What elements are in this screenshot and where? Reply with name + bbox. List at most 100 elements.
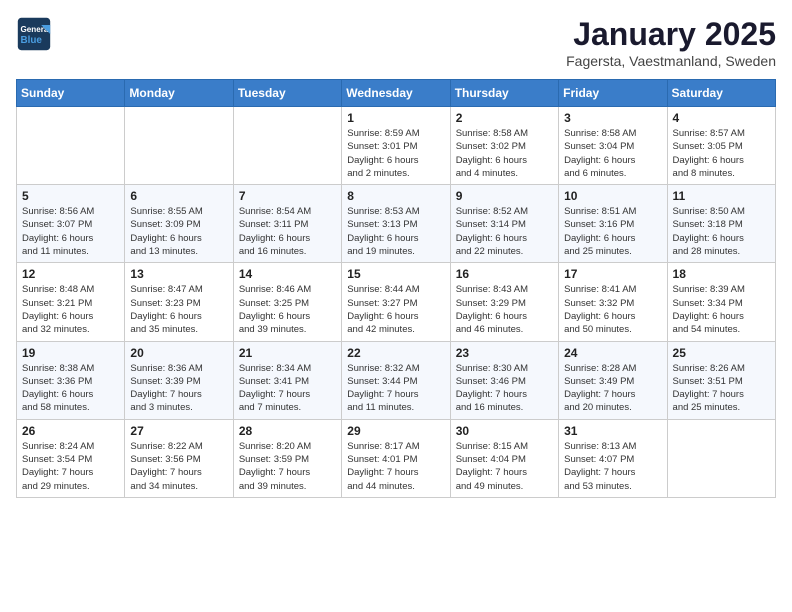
weekday-header-saturday: Saturday xyxy=(667,80,775,107)
calendar-cell: 23 Sunrise: 8:30 AM Sunset: 3:46 PM Dayli… xyxy=(450,341,558,419)
day-info: Sunrise: 8:15 AM Sunset: 4:04 PM Dayligh… xyxy=(456,440,553,493)
day-number: 11 xyxy=(673,189,770,203)
day-number: 9 xyxy=(456,189,553,203)
calendar-cell: 30 Sunrise: 8:15 AM Sunset: 4:04 PM Dayli… xyxy=(450,419,558,497)
day-info: Sunrise: 8:13 AM Sunset: 4:07 PM Dayligh… xyxy=(564,440,661,493)
day-info: Sunrise: 8:47 AM Sunset: 3:23 PM Dayligh… xyxy=(130,283,227,336)
calendar-cell: 15Sunrise: 8:44 AM Sunset: 3:27 PM Dayli… xyxy=(342,263,450,341)
day-info: Sunrise: 8:24 AM Sunset: 3:54 PM Dayligh… xyxy=(22,440,119,493)
calendar-cell: 18 Sunrise: 8:39 AM Sunset: 3:34 PM Dayli… xyxy=(667,263,775,341)
day-info: Sunrise: 8:41 AM Sunset: 3:32 PM Dayligh… xyxy=(564,283,661,336)
day-number: 31 xyxy=(564,424,661,438)
weekday-header-wednesday: Wednesday xyxy=(342,80,450,107)
week-row-2: 5 Sunrise: 8:56 AM Sunset: 3:07 PM Daylig… xyxy=(17,185,776,263)
day-info: Sunrise: 8:44 AM Sunset: 3:27 PM Dayligh… xyxy=(347,283,444,336)
calendar-cell xyxy=(667,419,775,497)
calendar-cell: 12Sunrise: 8:48 AM Sunset: 3:21 PM Dayli… xyxy=(17,263,125,341)
day-info: Sunrise: 8:58 AM Sunset: 3:02 PM Dayligh… xyxy=(456,127,553,180)
calendar-cell: 31 Sunrise: 8:13 AM Sunset: 4:07 PM Dayli… xyxy=(559,419,667,497)
day-number: 29 xyxy=(347,424,444,438)
calendar-cell: 8 Sunrise: 8:53 AM Sunset: 3:13 PM Daylig… xyxy=(342,185,450,263)
day-number: 27 xyxy=(130,424,227,438)
day-number: 5 xyxy=(22,189,119,203)
day-info: Sunrise: 8:59 AM Sunset: 3:01 PM Dayligh… xyxy=(347,127,444,180)
day-info: Sunrise: 8:56 AM Sunset: 3:07 PM Dayligh… xyxy=(22,205,119,258)
day-info: Sunrise: 8:34 AM Sunset: 3:41 PM Dayligh… xyxy=(239,362,336,415)
day-number: 2 xyxy=(456,111,553,125)
day-number: 28 xyxy=(239,424,336,438)
day-number: 12 xyxy=(22,267,119,281)
day-number: 19 xyxy=(22,346,119,360)
calendar-cell: 24 Sunrise: 8:28 AM Sunset: 3:49 PM Dayli… xyxy=(559,341,667,419)
day-number: 14 xyxy=(239,267,336,281)
calendar-cell: 9Sunrise: 8:52 AM Sunset: 3:14 PM Daylig… xyxy=(450,185,558,263)
weekday-header-monday: Monday xyxy=(125,80,233,107)
day-number: 1 xyxy=(347,111,444,125)
day-info: Sunrise: 8:30 AM Sunset: 3:46 PM Dayligh… xyxy=(456,362,553,415)
day-info: Sunrise: 8:43 AM Sunset: 3:29 PM Dayligh… xyxy=(456,283,553,336)
day-info: Sunrise: 8:53 AM Sunset: 3:13 PM Dayligh… xyxy=(347,205,444,258)
calendar-cell: 21 Sunrise: 8:34 AM Sunset: 3:41 PM Dayli… xyxy=(233,341,341,419)
calendar-cell: 3 Sunrise: 8:58 AM Sunset: 3:04 PM Daylig… xyxy=(559,107,667,185)
day-info: Sunrise: 8:28 AM Sunset: 3:49 PM Dayligh… xyxy=(564,362,661,415)
day-number: 18 xyxy=(673,267,770,281)
calendar-cell: 19Sunrise: 8:38 AM Sunset: 3:36 PM Dayli… xyxy=(17,341,125,419)
calendar-cell: 29Sunrise: 8:17 AM Sunset: 4:01 PM Dayli… xyxy=(342,419,450,497)
day-number: 23 xyxy=(456,346,553,360)
calendar-cell: 26 Sunrise: 8:24 AM Sunset: 3:54 PM Dayli… xyxy=(17,419,125,497)
month-title: January 2025 xyxy=(566,16,776,53)
day-number: 10 xyxy=(564,189,661,203)
calendar-cell xyxy=(233,107,341,185)
day-number: 24 xyxy=(564,346,661,360)
calendar-cell: 28 Sunrise: 8:20 AM Sunset: 3:59 PM Dayli… xyxy=(233,419,341,497)
calendar-cell: 14 Sunrise: 8:46 AM Sunset: 3:25 PM Dayli… xyxy=(233,263,341,341)
calendar-cell: 5 Sunrise: 8:56 AM Sunset: 3:07 PM Daylig… xyxy=(17,185,125,263)
calendar-cell: 4 Sunrise: 8:57 AM Sunset: 3:05 PM Daylig… xyxy=(667,107,775,185)
weekday-header-row: SundayMondayTuesdayWednesdayThursdayFrid… xyxy=(17,80,776,107)
day-number: 30 xyxy=(456,424,553,438)
day-number: 26 xyxy=(22,424,119,438)
calendar-cell: 1 Sunrise: 8:59 AM Sunset: 3:01 PM Daylig… xyxy=(342,107,450,185)
day-number: 22 xyxy=(347,346,444,360)
day-info: Sunrise: 8:39 AM Sunset: 3:34 PM Dayligh… xyxy=(673,283,770,336)
calendar-cell: 13 Sunrise: 8:47 AM Sunset: 3:23 PM Dayli… xyxy=(125,263,233,341)
day-number: 21 xyxy=(239,346,336,360)
calendar-cell: 11Sunrise: 8:50 AM Sunset: 3:18 PM Dayli… xyxy=(667,185,775,263)
calendar-cell: 6 Sunrise: 8:55 AM Sunset: 3:09 PM Daylig… xyxy=(125,185,233,263)
calendar-cell: 10 Sunrise: 8:51 AM Sunset: 3:16 PM Dayli… xyxy=(559,185,667,263)
day-info: Sunrise: 8:54 AM Sunset: 3:11 PM Dayligh… xyxy=(239,205,336,258)
day-number: 8 xyxy=(347,189,444,203)
day-number: 25 xyxy=(673,346,770,360)
week-row-1: 1 Sunrise: 8:59 AM Sunset: 3:01 PM Daylig… xyxy=(17,107,776,185)
day-number: 13 xyxy=(130,267,227,281)
calendar-cell: 25Sunrise: 8:26 AM Sunset: 3:51 PM Dayli… xyxy=(667,341,775,419)
header: General Blue January 2025 Fagersta, Vaes… xyxy=(16,16,776,69)
day-number: 6 xyxy=(130,189,227,203)
weekday-header-tuesday: Tuesday xyxy=(233,80,341,107)
day-number: 3 xyxy=(564,111,661,125)
day-number: 4 xyxy=(673,111,770,125)
week-row-4: 19Sunrise: 8:38 AM Sunset: 3:36 PM Dayli… xyxy=(17,341,776,419)
day-info: Sunrise: 8:51 AM Sunset: 3:16 PM Dayligh… xyxy=(564,205,661,258)
week-row-3: 12Sunrise: 8:48 AM Sunset: 3:21 PM Dayli… xyxy=(17,263,776,341)
day-info: Sunrise: 8:32 AM Sunset: 3:44 PM Dayligh… xyxy=(347,362,444,415)
day-info: Sunrise: 8:57 AM Sunset: 3:05 PM Dayligh… xyxy=(673,127,770,180)
day-number: 17 xyxy=(564,267,661,281)
day-info: Sunrise: 8:46 AM Sunset: 3:25 PM Dayligh… xyxy=(239,283,336,336)
day-info: Sunrise: 8:20 AM Sunset: 3:59 PM Dayligh… xyxy=(239,440,336,493)
calendar-cell: 20Sunrise: 8:36 AM Sunset: 3:39 PM Dayli… xyxy=(125,341,233,419)
calendar-cell: 7Sunrise: 8:54 AM Sunset: 3:11 PM Daylig… xyxy=(233,185,341,263)
calendar-cell xyxy=(125,107,233,185)
day-info: Sunrise: 8:22 AM Sunset: 3:56 PM Dayligh… xyxy=(130,440,227,493)
calendar-cell xyxy=(17,107,125,185)
day-info: Sunrise: 8:55 AM Sunset: 3:09 PM Dayligh… xyxy=(130,205,227,258)
day-info: Sunrise: 8:58 AM Sunset: 3:04 PM Dayligh… xyxy=(564,127,661,180)
logo: General Blue xyxy=(16,16,52,52)
calendar-cell: 17 Sunrise: 8:41 AM Sunset: 3:32 PM Dayli… xyxy=(559,263,667,341)
week-row-5: 26 Sunrise: 8:24 AM Sunset: 3:54 PM Dayli… xyxy=(17,419,776,497)
calendar-cell: 16Sunrise: 8:43 AM Sunset: 3:29 PM Dayli… xyxy=(450,263,558,341)
calendar-cell: 22 Sunrise: 8:32 AM Sunset: 3:44 PM Dayli… xyxy=(342,341,450,419)
weekday-header-thursday: Thursday xyxy=(450,80,558,107)
day-number: 20 xyxy=(130,346,227,360)
calendar-cell: 27 Sunrise: 8:22 AM Sunset: 3:56 PM Dayli… xyxy=(125,419,233,497)
